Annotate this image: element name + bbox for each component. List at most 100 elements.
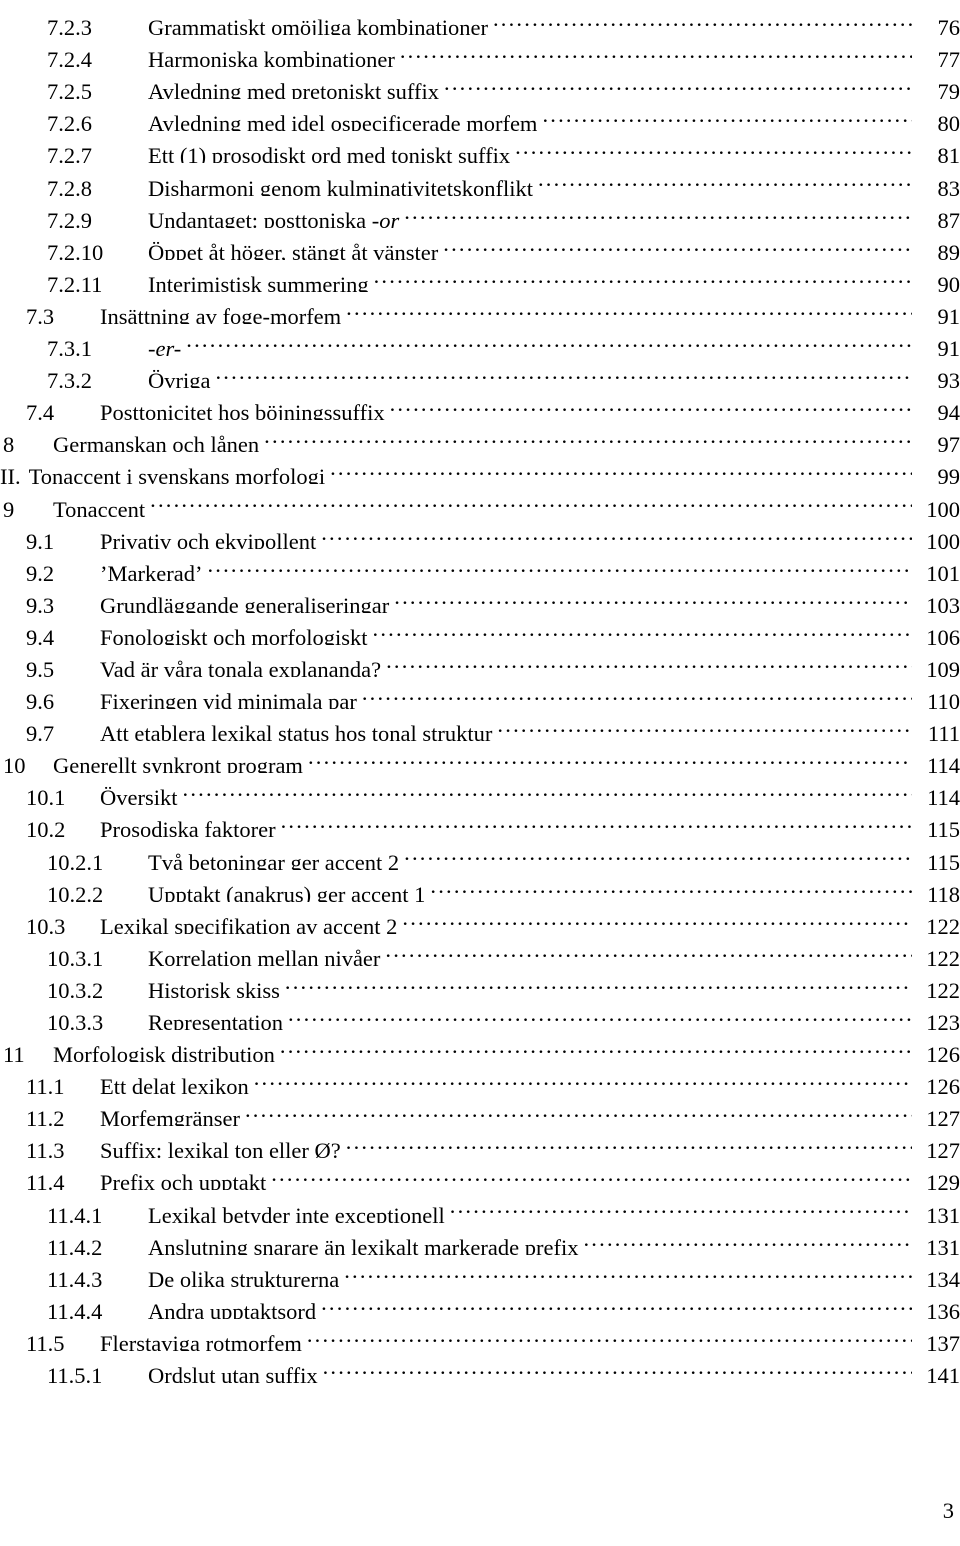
toc-entry-number: 11.4.4 [47,1298,103,1319]
toc-entry-title: Avledning med idel ospecificerade morfem [148,111,538,132]
toc-entry[interactable]: 10.3 Lexikal specifikation av accent 2 122 [0,902,960,934]
toc-entry-page-number: 123 [926,1010,960,1030]
toc-entry-title: Andra upptaktsord [148,1298,317,1319]
toc-entry-page-number: 100 [926,496,960,517]
toc-entry-number: 10 [3,753,26,774]
toc-entry-number: 10.2.2 [47,881,104,902]
toc-dot-leader [404,196,912,228]
toc-entry[interactable]: 10.3.2 Historisk skiss 122 [0,966,960,998]
toc-dot-leader [497,709,912,741]
toc-entry-page-number: 103 [926,592,960,613]
table-of-contents: 7.2.3Grammatiskt omöjliga kombinationer7… [0,3,960,1383]
toc-entry-number: 7.2.6 [47,111,92,132]
toc-dot-leader [321,1287,912,1319]
toc-entry-title: Privativ och ekvipollent [100,528,317,549]
toc-entry-title: Harmoniska kombinationer [148,47,395,68]
toc-entry[interactable]: 10 Generellt synkront program 114 [0,741,960,773]
toc-entry[interactable]: 11.2 Morfemgränser 127 [0,1094,960,1126]
toc-entry-title: Fonologiskt och morfologiskt [100,624,368,645]
toc-entry[interactable]: 9.4 Fonologiskt och morfologiskt 106 [0,613,960,645]
toc-entry-title-italic: -er- [148,336,182,357]
toc-entry[interactable]: 10.2.1 Två betoningar ger accent 2 115 [0,837,960,869]
toc-dot-leader [402,902,912,934]
toc-entry[interactable]: 7.2.7 Ett (1) prosodiskt ord med toniskt … [0,131,960,163]
toc-entry[interactable]: 11.4.3 De olika strukturerna 134 [0,1255,960,1287]
toc-entry-number: 11 [3,1042,25,1063]
toc-entry[interactable]: 7.2.6 Avledning med idel ospecificerade m… [0,99,960,131]
toc-dot-leader [385,934,912,966]
toc-entry[interactable]: 10.2.2 Upptakt (anakrus) ger accent 1 118 [0,870,960,902]
toc-entry-number: 11.4.1 [47,1202,103,1223]
toc-entry-page-number: 126 [926,1042,960,1063]
toc-entry-page-number: 137 [926,1330,960,1351]
toc-entry-number: 9.2 [26,560,55,581]
toc-entry-number: 7.2.8 [47,175,92,196]
toc-entry-title: Prosodiska faktorer [100,817,276,838]
toc-entry-number: 7.2.11 [47,271,103,292]
toc-entry-page-number: 97 [937,432,960,453]
toc-entry-page-number: 115 [927,817,960,838]
toc-entry-number: 7.2.5 [47,79,92,100]
toc-entry[interactable]: 11.4.4 Andra upptaktsord 136 [0,1287,960,1319]
toc-entry-number: 9.3 [26,592,55,613]
toc-entry[interactable]: 9.3 Grundläggande generaliseringar 103 [0,581,960,613]
toc-entry[interactable]: 7.2.5 Avledning med pretoniskt suffix 79 [0,67,960,99]
toc-entry[interactable]: 10.1 Översikt 114 [0,773,960,805]
toc-entry[interactable]: 9.6 Fixeringen vid minimala par 110 [0,677,960,709]
toc-entry[interactable]: 7.2.8 Disharmoni genom kulminativitetskon… [0,163,960,195]
toc-dot-leader [281,805,912,837]
toc-dot-leader [404,837,912,869]
toc-entry[interactable]: 11.3 Suffix: lexikal ton eller Ø? 127 [0,1126,960,1158]
toc-entry[interactable]: 8 Germanskan och lånen 97 [0,420,960,452]
toc-entry[interactable]: 7.2.3 Grammatiskt omöjliga kombinationer 7… [0,3,960,35]
toc-entry[interactable]: 9 Tonaccent 100 [0,484,960,516]
toc-dot-leader [215,356,912,388]
toc-entry[interactable]: 7.2.4 Harmoniska kombinationer 77 [0,35,960,67]
toc-entry-page-number: 122 [926,945,960,966]
toc-entry[interactable]: II. Tonaccent i svenskans morfologi 99 [0,452,960,484]
toc-entry[interactable]: 10.2 Prosodiska faktorer 115 [0,805,960,837]
toc-entry[interactable]: 7.3 Insättning av foge-morfem 91 [0,292,960,324]
toc-dot-leader [394,581,912,613]
toc-entry[interactable]: 7.2.11 Interimistisk summering 90 [0,260,960,292]
toc-entry[interactable]: 7.2.10 Öppet åt höger, stängt åt vänster 8… [0,228,960,260]
toc-entry[interactable]: 11.4.1 Lexikal betyder inte exceptionell 1… [0,1190,960,1222]
toc-entry-number: 10.2.1 [47,849,104,870]
toc-dot-leader [344,1255,912,1287]
toc-entry[interactable]: 7.3.2 Övriga 93 [0,356,960,388]
toc-entry[interactable]: 11.5 Flerstaviga rotmorfem 137 [0,1319,960,1351]
toc-entry-title: Disharmoni genom kulminativitetskonflikt [148,175,533,196]
toc-entry[interactable]: 7.3.1 -er- 91 [0,324,960,356]
toc-entry[interactable]: 11.4.2 Anslutning snarare än lexikalt mar… [0,1223,960,1255]
toc-entry[interactable]: 10.3.1 Korrelation mellan nivåer 122 [0,934,960,966]
toc-entry-page-number: 118 [927,881,960,902]
toc-entry[interactable]: 11.1 Ett delat lexikon 126 [0,1062,960,1094]
toc-entry-title: Insättning av foge-morfem [100,303,342,324]
toc-dot-leader [288,998,912,1030]
toc-dot-leader [346,292,912,324]
toc-entry[interactable]: 10.3.3 Representation 123 [0,998,960,1030]
toc-entry-page-number: 81 [937,143,960,164]
toc-dot-leader [254,1062,912,1094]
toc-dot-leader [362,677,912,709]
toc-dot-leader [450,1190,912,1222]
toc-entry-title: Prefix och upptakt [100,1170,267,1191]
toc-entry-page-number: 126 [926,1074,960,1095]
toc-dot-leader [542,99,912,131]
toc-entry-title: Grammatiskt omöjliga kombinationer [148,15,488,36]
toc-entry[interactable]: 9.1 Privativ och ekvipollent 100 [0,517,960,549]
toc-entry[interactable]: 9.5 Vad är våra tonala explananda? 109 [0,645,960,677]
toc-entry[interactable]: 11.4 Prefix och upptakt 129 [0,1158,960,1190]
toc-entry-title: Två betoningar ger accent 2 [148,849,400,870]
toc-entry-page-number: 91 [937,336,960,357]
toc-entry[interactable]: 9.7 Att etablera lexikal status hos tonal… [0,709,960,741]
toc-entry[interactable]: 7.2.9 Undantaget: posttoniska -or 87 [0,196,960,228]
toc-entry-number: 9.7 [26,721,55,742]
toc-entry-page-number: 77 [937,47,960,68]
toc-entry-page-number: 106 [926,624,960,645]
toc-entry-page-number: 131 [926,1234,960,1255]
toc-entry[interactable]: 9.2 ’Markerad’ 101 [0,549,960,581]
toc-entry[interactable]: 11 Morfologisk distribution 126 [0,1030,960,1062]
toc-entry[interactable]: 11.5.1 Ordslut utan suffix 141 [0,1351,960,1383]
toc-entry[interactable]: 7.4 Posttonicitet hos böjningssuffix 94 [0,388,960,420]
